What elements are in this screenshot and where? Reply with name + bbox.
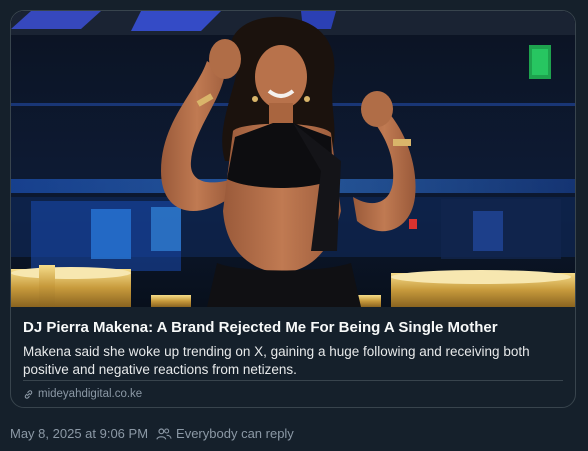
reply-setting: Everybody can reply — [176, 426, 294, 441]
card-domain[interactable]: mideyahdigital.co.ke — [23, 388, 142, 400]
card-title[interactable]: DJ Pierra Makena: A Brand Rejected Me Fo… — [23, 318, 563, 338]
card-domain-text: mideyahdigital.co.ke — [38, 388, 143, 400]
link-preview-card[interactable]: DJ Pierra Makena: A Brand Rejected Me Fo… — [10, 10, 576, 408]
card-body: DJ Pierra Makena: A Brand Rejected Me Fo… — [23, 318, 563, 379]
post-timestamp[interactable]: May 8, 2025 at 9:06 PM — [10, 426, 148, 441]
link-icon — [23, 389, 34, 400]
card-description: Makena said she woke up trending on X, g… — [23, 344, 530, 377]
card-divider — [23, 380, 563, 381]
post-meta: May 8, 2025 at 9:06 PM Everybody can rep… — [10, 426, 294, 441]
card-photo — [11, 11, 575, 307]
people-icon — [156, 427, 172, 441]
card-image[interactable] — [11, 11, 575, 307]
